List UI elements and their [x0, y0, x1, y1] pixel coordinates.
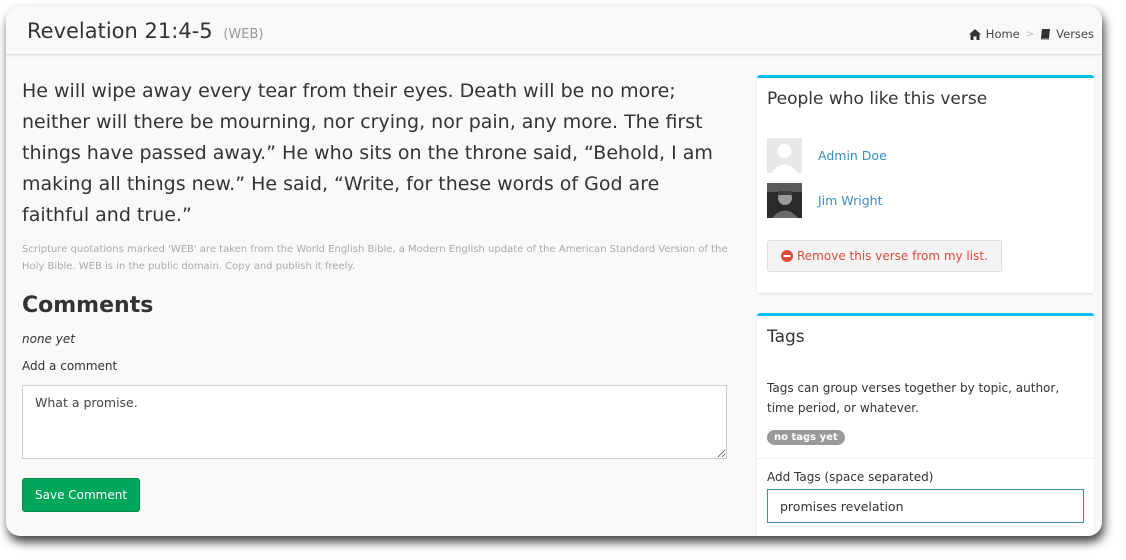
tags-panel: Tags Tags can group verses together by t… — [757, 313, 1094, 536]
photo-avatar — [767, 183, 802, 218]
book-icon — [1041, 28, 1051, 39]
breadcrumb-verses: Verses — [1056, 27, 1094, 41]
remove-verse-label: Remove this verse from my list. — [797, 249, 988, 263]
tags-panel-title: Tags — [767, 327, 805, 347]
verse-main: He will wipe away every tear from their … — [22, 76, 728, 512]
breadcrumb-home-link[interactable]: Home — [986, 27, 1020, 41]
home-icon — [968, 28, 981, 40]
remove-verse-button[interactable]: Remove this verse from my list. — [767, 240, 1002, 272]
breadcrumb-separator: > — [1025, 28, 1035, 40]
tags-description: Tags can group verses together by topic,… — [767, 381, 1060, 415]
divider — [757, 458, 1094, 459]
add-comment-label: Add a comment — [22, 359, 118, 373]
liker-name[interactable]: Admin Doe — [818, 148, 887, 163]
comments-heading: Comments — [22, 293, 154, 318]
liker-name[interactable]: Jim Wright — [818, 193, 882, 208]
translation-label: (WEB) — [223, 27, 264, 42]
no-comments-text: none yet — [22, 332, 75, 346]
page-title: Revelation 21:4-5 (WEB) — [27, 19, 263, 43]
minus-circle-icon — [781, 250, 793, 262]
page-header: Revelation 21:4-5 (WEB) Home > Verses — [6, 6, 1102, 55]
verse-reference: Revelation 21:4-5 — [27, 19, 213, 43]
breadcrumb: Home > Verses — [968, 27, 1094, 41]
tags-input[interactable] — [767, 489, 1084, 523]
liker-item: Admin Doe — [767, 138, 887, 173]
add-tags-label: Add Tags (space separated) — [767, 470, 934, 484]
comment-input[interactable]: What a promise. — [22, 385, 727, 459]
app-window: Revelation 21:4-5 (WEB) Home > Verses He… — [6, 6, 1102, 536]
save-comment-button[interactable]: Save Comment — [22, 478, 141, 512]
default-avatar — [767, 138, 802, 173]
likes-panel: People who like this verse Admin Doe Jim… — [757, 75, 1094, 293]
likes-panel-title: People who like this verse — [767, 89, 988, 109]
verse-text: He will wipe away every tear from their … — [22, 80, 713, 226]
liker-item: Jim Wright — [767, 183, 882, 218]
no-tags-badge: no tags yet — [767, 430, 845, 445]
copyright-notice: Scripture quotations marked 'WEB' are ta… — [22, 244, 728, 272]
